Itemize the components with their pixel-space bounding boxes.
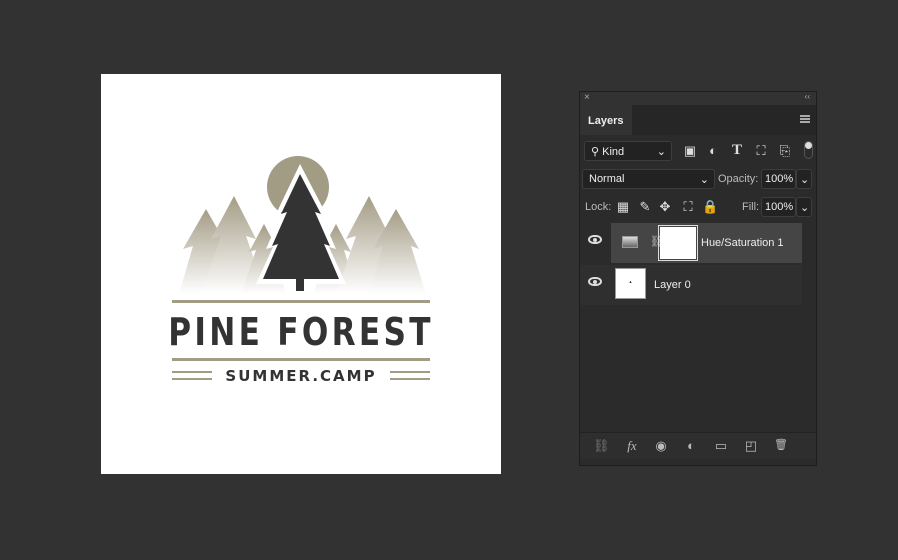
new-group-icon[interactable]: ▭ bbox=[713, 438, 729, 454]
shape-filter-icon[interactable]: ⛶ bbox=[753, 143, 769, 159]
document-canvas[interactable]: PINE FOREST SUMMER.CAMP bbox=[101, 74, 501, 474]
search-icon: ⚲ bbox=[591, 146, 603, 158]
fx-icon[interactable]: fx bbox=[624, 438, 640, 454]
layer-name: Layer 0 bbox=[654, 279, 691, 291]
layer-row-hue-saturation[interactable]: ⛓ Hue/Saturation 1 bbox=[580, 223, 802, 263]
layer-row-layer-0[interactable]: ▲ Layer 0 bbox=[580, 265, 802, 305]
opacity-label: Opacity: bbox=[718, 173, 759, 185]
link-layers-icon[interactable]: ⛓ bbox=[593, 438, 610, 454]
opacity-dropdown[interactable]: ⌄ bbox=[796, 169, 812, 189]
opacity-input[interactable]: 100% bbox=[761, 169, 796, 189]
lock-transparent-icon[interactable]: ▦ bbox=[615, 199, 631, 215]
lock-brush-icon[interactable]: ✎ bbox=[637, 199, 653, 215]
chevron-down-icon: ⌄ bbox=[656, 146, 666, 158]
image-filter-icon[interactable]: ▣ bbox=[682, 143, 698, 159]
layers-footer-toolbar: ⛓ fx ◉ ◐ ▭ ◰ 🗑 bbox=[580, 432, 816, 458]
tab-layers[interactable]: Layers bbox=[580, 105, 632, 135]
fill-label: Fill: bbox=[742, 201, 760, 213]
visibility-eye-icon[interactable] bbox=[588, 235, 602, 244]
hue-saturation-adjustment-icon bbox=[622, 236, 638, 248]
add-mask-icon[interactable]: ◉ bbox=[653, 438, 669, 454]
blend-mode-select[interactable]: Normal ⌄ bbox=[582, 169, 715, 189]
fill-dropdown[interactable]: ⌄ bbox=[796, 197, 812, 217]
divider-middle bbox=[172, 358, 430, 361]
filter-toggle[interactable] bbox=[804, 141, 813, 159]
layer-thumbnail: ▲ bbox=[615, 268, 646, 299]
filter-kind-select[interactable]: ⚲ Kind ⌄ bbox=[584, 141, 672, 161]
smart-object-filter-icon[interactable]: ⎘ bbox=[777, 143, 793, 159]
pine-forest-logo bbox=[172, 156, 430, 380]
layer-name: Hue/Saturation 1 bbox=[701, 237, 784, 249]
trash-icon[interactable]: 🗑 bbox=[773, 438, 789, 451]
visibility-eye-icon[interactable] bbox=[588, 277, 602, 286]
logo-subtitle: SUMMER.CAMP bbox=[225, 367, 377, 385]
new-adjustment-icon[interactable]: ◐ bbox=[683, 438, 699, 453]
adjustment-filter-icon[interactable]: ◐ bbox=[705, 143, 721, 158]
panel-menu-icon[interactable] bbox=[800, 115, 810, 123]
logo-title: PINE FOREST bbox=[168, 310, 434, 354]
collapse-panel-icon[interactable]: ‹‹ bbox=[805, 92, 810, 101]
close-panel-icon[interactable]: × bbox=[584, 92, 590, 103]
chevron-down-icon: ⌄ bbox=[699, 174, 709, 186]
divider-top bbox=[172, 300, 430, 303]
lock-all-icon[interactable]: 🔒 bbox=[702, 199, 718, 215]
fill-input[interactable]: 100% bbox=[761, 197, 796, 217]
type-filter-icon[interactable]: T bbox=[729, 142, 745, 159]
layers-panel: × ‹‹ Layers ⚲ Kind ⌄ ▣ ◐ T ⛶ ⎘ Normal ⌄ Op… bbox=[579, 91, 817, 466]
lock-label: Lock: bbox=[585, 201, 612, 213]
layer-mask-thumbnail[interactable] bbox=[658, 225, 698, 261]
lock-artboard-icon[interactable]: ⛶ bbox=[680, 199, 696, 215]
new-layer-icon[interactable]: ◰ bbox=[743, 438, 759, 454]
lock-move-icon[interactable]: ✥ bbox=[657, 199, 673, 215]
